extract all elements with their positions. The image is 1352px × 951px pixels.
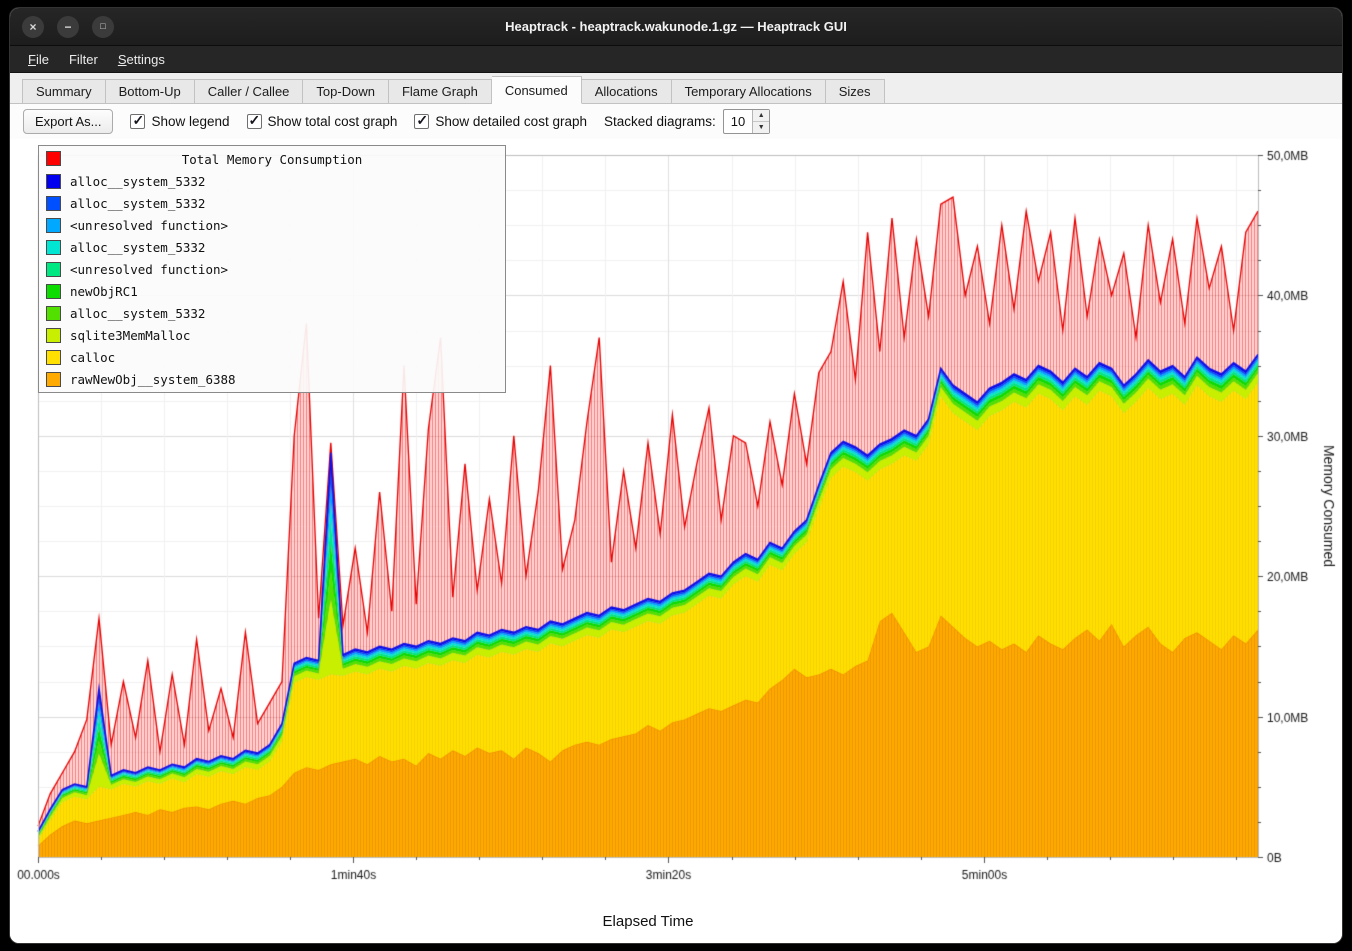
legend-label: newObjRC1 (70, 284, 138, 299)
checkbox-show-total-cost-graph-label: Show total cost graph (268, 114, 398, 129)
window-title: Heaptrack - heaptrack.wakunode.1.gz — He… (505, 19, 847, 34)
window-controls: × − □ (22, 8, 114, 45)
checkbox-check-icon (414, 114, 429, 129)
maximize-icon: □ (100, 22, 105, 31)
menubar: File Filter Settings (10, 46, 1342, 73)
tabbar: Summary Bottom-Up Caller / Callee Top-Do… (10, 73, 1342, 104)
legend-item-7: sqlite3MemMalloc (39, 324, 505, 346)
x-axis-title: Elapsed Time (38, 913, 1258, 930)
legend-swatch (46, 328, 61, 343)
spinner-arrows (752, 110, 769, 133)
spin-down-icon[interactable] (753, 122, 769, 133)
titlebar[interactable]: × − □ Heaptrack - heaptrack.wakunode.1.g… (10, 8, 1342, 46)
tab-top-down[interactable]: Top-Down (303, 79, 389, 104)
menu-file[interactable]: File (18, 49, 59, 70)
legend-item-3: alloc__system_5332 (39, 236, 505, 258)
stacked-diagrams-group: Stacked diagrams: 10 (604, 109, 770, 134)
legend-label: sqlite3MemMalloc (70, 328, 190, 343)
tab-temporary-allocations[interactable]: Temporary Allocations (672, 79, 826, 104)
heaptrack-window: × − □ Heaptrack - heaptrack.wakunode.1.g… (10, 8, 1342, 943)
legend-item-2: <unresolved function> (39, 214, 505, 236)
legend-swatch (46, 240, 61, 255)
legend-swatch (46, 174, 61, 189)
minimize-icon: − (64, 21, 71, 33)
tab-sizes[interactable]: Sizes (826, 79, 885, 104)
chart-region: Total Memory Consumption alloc__system_5… (10, 139, 1342, 943)
tab-caller-callee[interactable]: Caller / Callee (195, 79, 304, 104)
spin-up-icon[interactable] (753, 110, 769, 122)
close-icon: × (29, 21, 36, 33)
stacked-diagrams-spinbox[interactable]: 10 (723, 109, 770, 134)
checkbox-show-detailed-cost-graph-label: Show detailed cost graph (435, 114, 587, 129)
legend-item-0: alloc__system_5332 (39, 170, 505, 192)
legend-label: alloc__system_5332 (70, 240, 205, 255)
legend-rows: alloc__system_5332 alloc__system_5332 <unr… (39, 170, 505, 390)
legend-item-5: newObjRC1 (39, 280, 505, 302)
legend-title: Total Memory Consumption (182, 152, 363, 167)
legend-item-6: alloc__system_5332 (39, 302, 505, 324)
legend-total-swatch (46, 151, 61, 166)
legend-label: rawNewObj__system_6388 (70, 372, 236, 387)
tab-allocations[interactable]: Allocations (582, 79, 672, 104)
legend-item-1: alloc__system_5332 (39, 192, 505, 214)
checkbox-check-icon (247, 114, 262, 129)
legend-label: <unresolved function> (70, 218, 228, 233)
menu-settings[interactable]: Settings (108, 49, 175, 70)
stacked-diagrams-value: 10 (724, 114, 752, 129)
legend-label: alloc__system_5332 (70, 174, 205, 189)
legend-item-4: <unresolved function> (39, 258, 505, 280)
toolbar: Export As... Show legend Show total cost… (10, 104, 1342, 139)
legend-swatch (46, 284, 61, 299)
desktop-background: × − □ Heaptrack - heaptrack.wakunode.1.g… (0, 0, 1352, 951)
tab-bottom-up[interactable]: Bottom-Up (106, 79, 195, 104)
close-button[interactable]: × (22, 16, 44, 38)
legend-swatch (46, 262, 61, 277)
legend-swatch (46, 196, 61, 211)
chart-legend: Total Memory Consumption alloc__system_5… (38, 145, 506, 393)
tab-summary[interactable]: Summary (22, 79, 106, 104)
legend-swatch (46, 350, 61, 365)
checkbox-show-legend[interactable]: Show legend (130, 114, 229, 129)
checkbox-check-icon (130, 114, 145, 129)
checkbox-show-legend-label: Show legend (151, 114, 229, 129)
stacked-diagrams-label: Stacked diagrams: (604, 114, 716, 129)
export-as-button[interactable]: Export As... (23, 109, 113, 134)
menu-filter[interactable]: Filter (59, 49, 108, 70)
tab-flame-graph[interactable]: Flame Graph (389, 79, 492, 104)
minimize-button[interactable]: − (57, 16, 79, 38)
legend-swatch (46, 306, 61, 321)
legend-item-8: calloc (39, 346, 505, 368)
legend-swatch (46, 372, 61, 387)
tab-consumed[interactable]: Consumed (492, 76, 582, 104)
legend-label: alloc__system_5332 (70, 306, 205, 321)
checkbox-show-total-cost-graph[interactable]: Show total cost graph (247, 114, 398, 129)
legend-item-9: rawNewObj__system_6388 (39, 368, 505, 390)
legend-label: alloc__system_5332 (70, 196, 205, 211)
maximize-button[interactable]: □ (92, 16, 114, 38)
legend-swatch (46, 218, 61, 233)
legend-label: <unresolved function> (70, 262, 228, 277)
legend-title-row: Total Memory Consumption (39, 148, 505, 170)
legend-label: calloc (70, 350, 115, 365)
checkbox-show-detailed-cost-graph[interactable]: Show detailed cost graph (414, 114, 587, 129)
